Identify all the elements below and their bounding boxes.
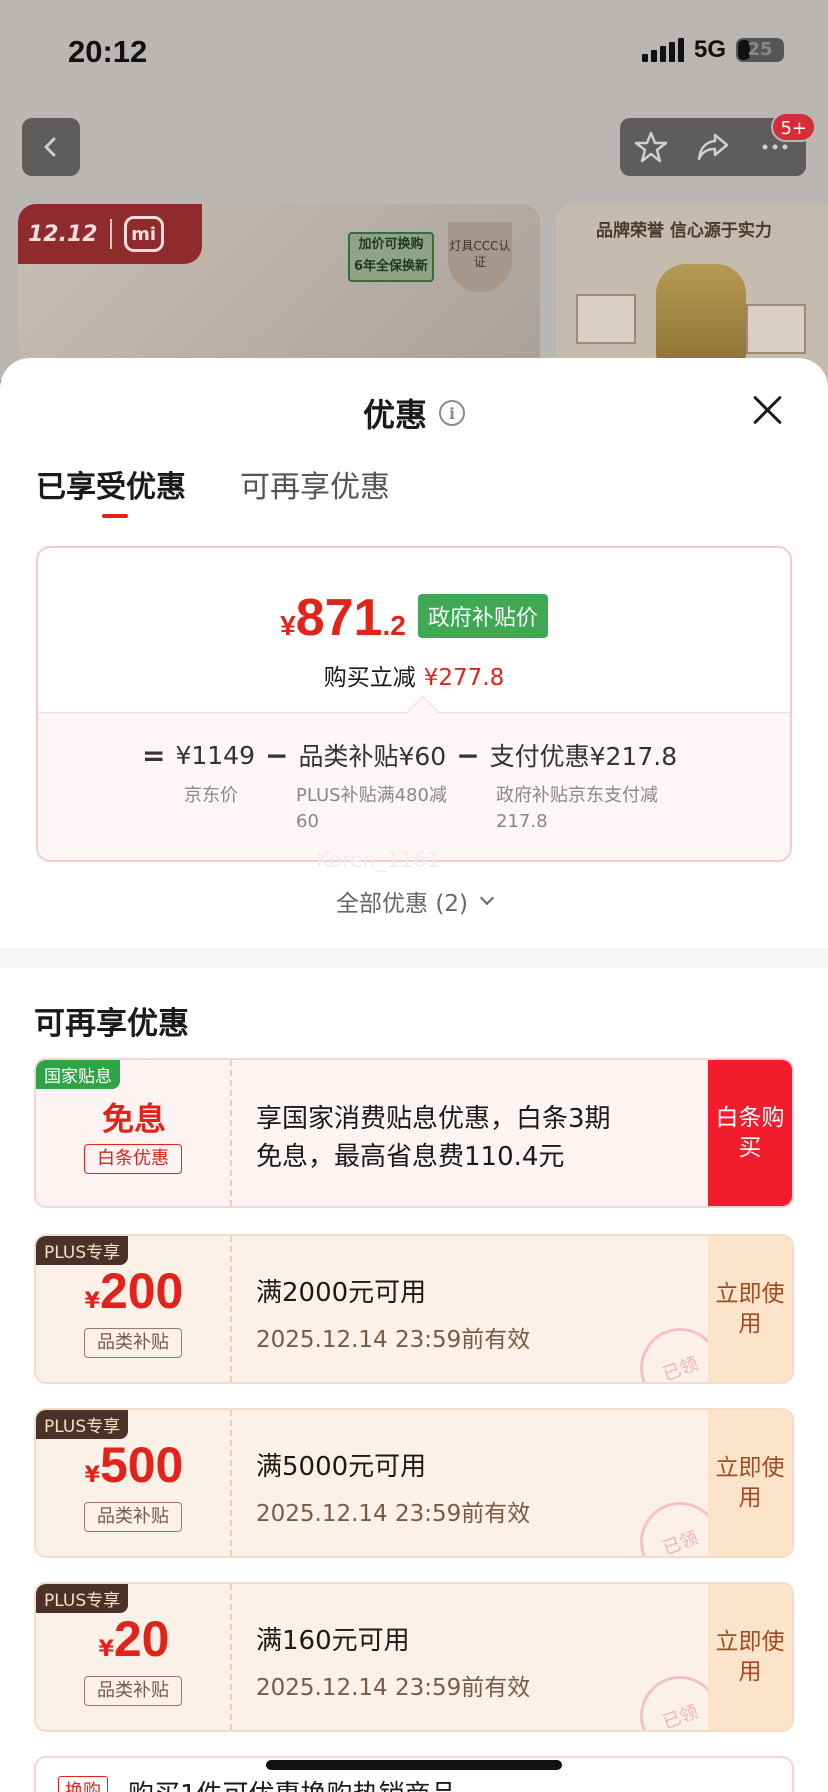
payment-discount: 支付优惠¥217.8 (489, 742, 678, 771)
coupon-type: 品类补贴 (84, 1328, 182, 1358)
jd-price-caption: 京东价 (184, 785, 238, 806)
saving-amount: ¥277.8 (423, 665, 505, 691)
product-image[interactable]: 12.12 mi 加价可换购 6年全保换新 灯具CCC认证 (18, 204, 540, 384)
coupon-title: 免息 (101, 1100, 166, 1138)
coupon-amount: ¥200 (84, 1263, 184, 1319)
watermark: Koren_1161 (316, 848, 440, 872)
promo-box: 加价可换购 6年全保换新 (348, 232, 434, 282)
network-type: 5G (693, 36, 726, 63)
coupon-desc-line1: 享国家消费贴息优惠，白条3期 (256, 1104, 611, 1134)
coupon-flag: 国家贴息 (36, 1060, 120, 1089)
tab-enjoyed[interactable]: 已享受优惠 (36, 462, 186, 518)
promotions-sheet: 优惠 i 已享受优惠 可再享优惠 ¥ 871 .2 政府补贴价 购买立减 ¥277… (0, 358, 828, 1792)
sheet-title: 优惠 (362, 396, 427, 434)
coupon-plus-20: PLUS专享 ¥20 品类补贴 满160元可用 2025.12.14 23:59… (34, 1582, 794, 1732)
price-formula: = ¥1149 − 品类补贴¥60 − 支付优惠¥217.8 京东价 PLUS补… (38, 712, 790, 860)
message-count-badge: 5+ (771, 112, 816, 142)
saving-line: 购买立减 ¥277.8 (323, 665, 505, 691)
payment-discount-caption: 政府补贴京东支付减217.8 (496, 785, 658, 832)
signal-icon (641, 38, 684, 62)
tab-available[interactable]: 可再享优惠 (240, 462, 390, 518)
battery-icon: 25 (736, 38, 784, 62)
trade-in-text: 购买1件可优惠换购热销商品 (128, 1774, 457, 1792)
status-time: 20:12 (68, 34, 148, 69)
brand-logo: mi (123, 216, 164, 252)
jd-price: ¥1149 (175, 740, 255, 770)
gov-subsidy-tag: 政府补贴价 (417, 594, 548, 638)
info-icon[interactable]: i (439, 400, 465, 426)
close-button[interactable] (752, 394, 784, 426)
share-icon[interactable] (695, 129, 731, 165)
coupon-type: 白条优惠 (84, 1144, 182, 1174)
status-bar: 20:12 5G 25 (0, 0, 828, 100)
coupon-expiry: 2025.12.14 23:59前有效 (256, 1675, 531, 1701)
coupon-flag: PLUS专享 (36, 1410, 129, 1439)
price-breakdown-card: ¥ 871 .2 政府补贴价 购买立减 ¥277.8 = ¥1149 − 品类补贴… (36, 546, 792, 862)
coupon-interest-free: 国家贴息 免息 白条优惠 享国家消费贴息优惠，白条3期 免息，最高省息费110.… (34, 1058, 794, 1208)
product-image-secondary[interactable]: 品牌荣誉 信心源于实力 (556, 204, 828, 384)
category-subsidy: 品类补贴¥60 (298, 742, 447, 771)
home-indicator[interactable] (266, 1760, 562, 1770)
trophy-image (656, 264, 746, 364)
coupon-threshold: 满160元可用 (256, 1626, 410, 1656)
coupon-type: 品类补贴 (84, 1676, 182, 1706)
section-title: 可再享优惠 (34, 1006, 189, 1042)
use-now-button[interactable]: 立即使用 (708, 1410, 792, 1556)
star-icon[interactable] (633, 129, 669, 165)
chevron-down-icon (479, 890, 495, 906)
promo-tabs: 已享受优惠 可再享优惠 (36, 462, 390, 518)
category-subsidy-caption: PLUS补贴满480减60 (296, 785, 447, 832)
trade-in-tag: 换购 (58, 1776, 108, 1792)
coupon-flag: PLUS专享 (36, 1236, 129, 1265)
event-brand-strip: 12.12 mi (18, 204, 202, 264)
coupon-amount: ¥500 (84, 1437, 184, 1493)
event-logo: 12.12 (28, 221, 98, 247)
product-page-background: 20:12 5G 25 5+ 12.12 mi 加价可换购 6年全保换新 灯具C… (0, 0, 828, 384)
status-indicators: 5G 25 (641, 36, 784, 64)
use-now-button[interactable]: 立即使用 (708, 1584, 792, 1730)
coupon-amount: ¥20 (98, 1611, 170, 1667)
coupon-flag: PLUS专享 (36, 1584, 129, 1613)
sheet-header: 优惠 i (0, 390, 828, 436)
final-price: ¥ 871 .2 (280, 589, 406, 647)
battery-level: 25 (747, 39, 773, 60)
coupon-plus-500: PLUS专享 ¥500 品类补贴 满5000元可用 2025.12.14 23:… (34, 1408, 794, 1558)
coupon-expiry: 2025.12.14 23:59前有效 (256, 1501, 531, 1527)
back-arrow-icon (44, 137, 56, 157)
use-now-button[interactable]: 立即使用 (708, 1236, 792, 1382)
coupon-threshold: 满2000元可用 (256, 1278, 427, 1308)
back-button[interactable] (22, 118, 80, 176)
all-promos-toggle[interactable]: 全部优惠 (2) (0, 884, 828, 918)
coupon-plus-200: PLUS专享 ¥200 品类补贴 满2000元可用 2025.12.14 23:… (34, 1234, 794, 1384)
ccc-badge: 灯具CCC认证 (448, 222, 512, 292)
coupon-desc-line2: 免息，最高省息费110.4元 (256, 1142, 565, 1172)
coupon-threshold: 满5000元可用 (256, 1452, 427, 1482)
baitiao-buy-button[interactable]: 白条购买 (708, 1060, 792, 1206)
coupon-type: 品类补贴 (84, 1502, 182, 1532)
coupon-expiry: 2025.12.14 23:59前有效 (256, 1327, 531, 1353)
honor-title: 品牌荣誉 信心源于实力 (596, 221, 772, 241)
